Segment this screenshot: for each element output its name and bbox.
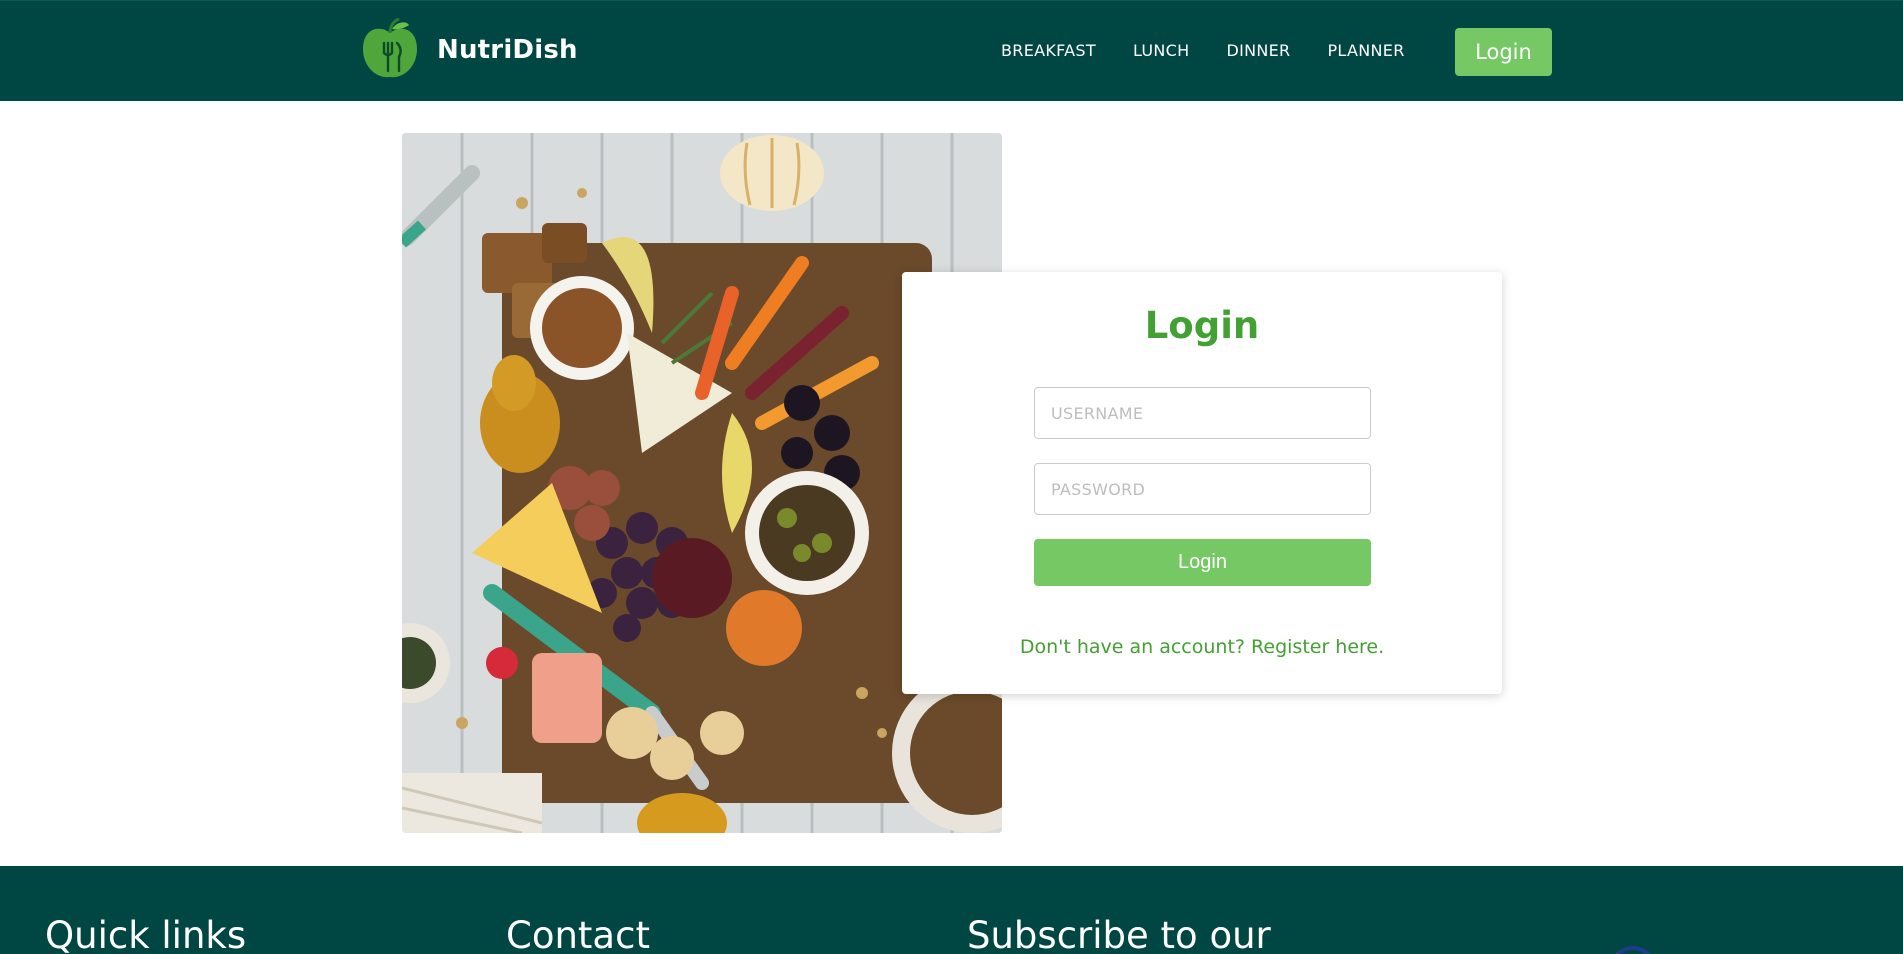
register-link[interactable]: Don't have an account? Register here. [902, 636, 1502, 658]
apple-fork-logo-icon [363, 17, 417, 78]
password-input[interactable] [1034, 463, 1371, 515]
nav-dinner[interactable]: DINNER [1226, 41, 1290, 60]
site-header: NutriDish BREAKFAST LUNCH DINNER PLANNER… [0, 0, 1903, 101]
login-submit-button[interactable]: Login [1034, 539, 1371, 586]
footer-heading-subscribe: Subscribe to our [967, 914, 1271, 954]
main-nav: BREAKFAST LUNCH DINNER PLANNER [1001, 41, 1405, 60]
nav-breakfast[interactable]: BREAKFAST [1001, 41, 1096, 60]
site-footer: Quick links Contact Subscribe to our [0, 866, 1903, 954]
footer-badge-icon [1610, 946, 1656, 954]
login-title: Login [1144, 304, 1260, 347]
brand[interactable]: NutriDish [357, 17, 578, 83]
header-login-button[interactable]: Login [1455, 28, 1552, 76]
footer-heading-quick-links: Quick links [45, 914, 247, 954]
brand-name: NutriDish [437, 35, 578, 65]
footer-heading-contact: Contact [506, 914, 650, 954]
nav-planner[interactable]: PLANNER [1327, 41, 1404, 60]
login-card: Login Login Don't have an account? Regis… [902, 272, 1502, 694]
nav-lunch[interactable]: LUNCH [1133, 41, 1190, 60]
username-input[interactable] [1034, 387, 1371, 439]
